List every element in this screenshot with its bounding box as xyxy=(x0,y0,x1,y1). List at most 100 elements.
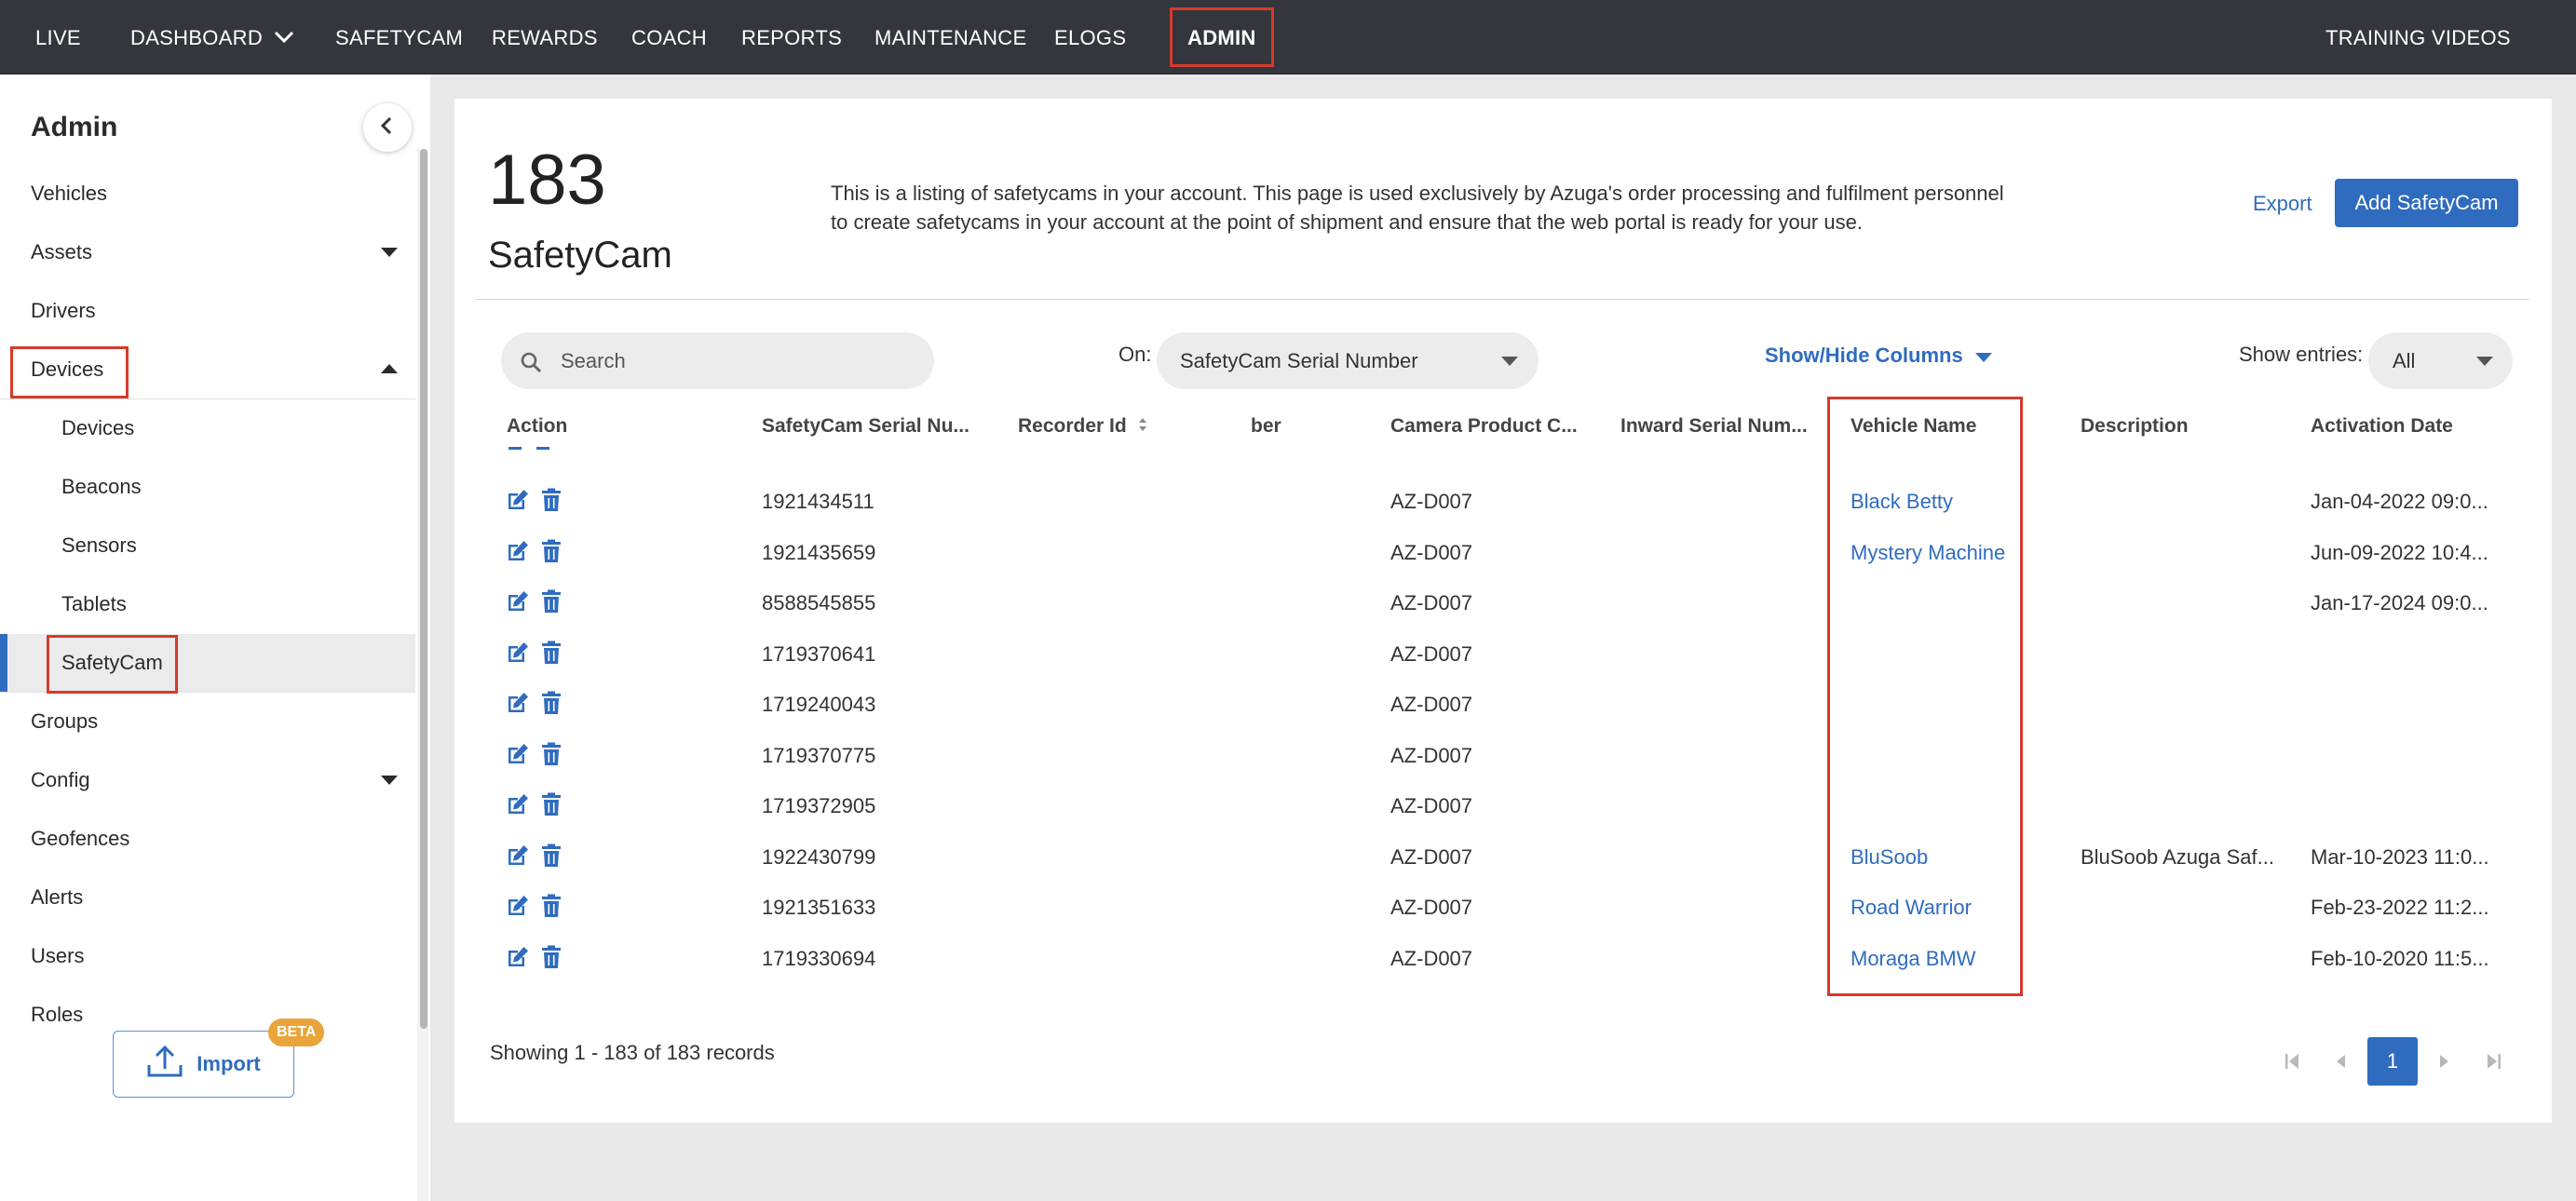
sidebar-item-label: SafetyCam xyxy=(61,651,163,674)
edit-icon[interactable] xyxy=(506,539,530,568)
cell-activation-date: Feb-23-2022 11:2... xyxy=(2311,896,2489,919)
sidebar-item-users[interactable]: Users xyxy=(0,927,415,985)
column-header-recorder-id[interactable]: Recorder Id xyxy=(1018,415,1147,438)
trash-icon[interactable] xyxy=(541,843,562,872)
cell-vehicle-name[interactable]: Road Warrior xyxy=(1851,896,1972,920)
cell-camera-product: AZ-D007 xyxy=(1390,896,1473,919)
export-link[interactable]: Export xyxy=(2253,192,2312,216)
sidebar-item-label: Tablets xyxy=(61,592,127,615)
column-header-vehicle-name[interactable]: Vehicle Name xyxy=(1851,415,1976,438)
nav-live[interactable]: LIVE xyxy=(35,0,81,74)
cell-serial: 1921435659 xyxy=(762,541,876,564)
nav-admin[interactable]: ADMIN xyxy=(1187,0,1256,74)
search-input[interactable] xyxy=(561,332,915,389)
caret-down-icon xyxy=(381,248,398,257)
nav-rewards[interactable]: REWARDS xyxy=(492,0,598,74)
sort-icon xyxy=(1138,415,1147,438)
sidebar-item-drivers[interactable]: Drivers xyxy=(0,282,415,340)
last-page-icon[interactable] xyxy=(2487,1052,2501,1075)
page-description: This is a listing of safetycams in your … xyxy=(831,182,2004,234)
add-safetycam-button[interactable]: Add SafetyCam xyxy=(2335,179,2518,227)
page-title: SafetyCam xyxy=(488,235,672,276)
first-page-icon[interactable] xyxy=(2285,1052,2299,1075)
edit-icon[interactable] xyxy=(506,589,530,618)
sidebar-item-label: Vehicles xyxy=(31,182,107,205)
cell-vehicle-name[interactable]: Black Betty xyxy=(1851,490,1953,514)
trash-icon[interactable] xyxy=(541,488,562,517)
nav-training-videos[interactable]: TRAINING VIDEOS xyxy=(2325,0,2511,74)
sidebar-item-geofences[interactable]: Geofences xyxy=(0,810,415,868)
sidebar-item-assets[interactable]: Assets xyxy=(0,223,415,281)
edit-icon[interactable] xyxy=(506,792,530,821)
nav-safetycam[interactable]: SAFETYCAM xyxy=(335,0,463,74)
previous-page-icon[interactable] xyxy=(2335,1052,2346,1075)
sidebar-item-label: Users xyxy=(31,944,85,967)
sidebar-item-vehicles[interactable]: Vehicles xyxy=(0,165,415,223)
sidebar-subitem-devices[interactable]: Devices xyxy=(0,399,415,457)
cell-camera-product: AZ-D007 xyxy=(1390,490,1473,513)
trash-icon[interactable] xyxy=(541,589,562,618)
sidebar-item-groups[interactable]: Groups xyxy=(0,693,415,750)
sidebar-subitem-safetycam[interactable]: SafetyCam xyxy=(0,634,415,692)
search-box[interactable] xyxy=(501,332,934,389)
trash-icon[interactable] xyxy=(541,539,562,568)
show-entries-select[interactable]: All xyxy=(2368,332,2513,389)
edit-icon[interactable] xyxy=(506,945,530,974)
cell-serial: 1719370775 xyxy=(762,744,876,767)
cell-camera-product: AZ-D007 xyxy=(1390,744,1473,767)
search-field-select[interactable]: SafetyCam Serial Number xyxy=(1157,332,1539,389)
chevron-left-icon xyxy=(379,116,396,140)
scrolled-row-remnant xyxy=(508,447,555,451)
cell-activation-date: Jun-09-2022 10:4... xyxy=(2311,541,2488,564)
nav-coach[interactable]: COACH xyxy=(631,0,707,74)
edit-icon[interactable] xyxy=(506,691,530,720)
sidebar-subitem-beacons[interactable]: Beacons xyxy=(0,458,415,516)
trash-icon[interactable] xyxy=(541,742,562,771)
record-count: 183 xyxy=(488,141,606,220)
column-header-number[interactable]: ber xyxy=(1251,415,1281,438)
column-header-recorder-id-label: Recorder Id xyxy=(1018,415,1127,437)
sidebar-item-label: Assets xyxy=(31,240,93,263)
nav-dashboard[interactable]: DASHBOARD xyxy=(130,0,294,74)
edit-icon[interactable] xyxy=(506,641,530,669)
top-navigation-bar: LIVE DASHBOARD SAFETYCAM REWARDS COACH R… xyxy=(0,0,2576,74)
records-summary: Showing 1 - 183 of 183 records xyxy=(490,1041,775,1064)
column-header-description[interactable]: Description xyxy=(2081,415,2189,438)
sidebar-item-label: Devices xyxy=(61,416,135,439)
cell-serial: 1922430799 xyxy=(762,845,876,869)
sidebar-subitem-sensors[interactable]: Sensors xyxy=(0,517,415,574)
sidebar-item-alerts[interactable]: Alerts xyxy=(0,869,415,926)
cell-vehicle-name[interactable]: Moraga BMW xyxy=(1851,947,1975,971)
import-button[interactable]: Import xyxy=(113,1031,294,1098)
column-header-inward-serial[interactable]: Inward Serial Num... xyxy=(1620,415,1808,438)
edit-icon[interactable] xyxy=(506,843,530,872)
trash-icon[interactable] xyxy=(541,945,562,974)
cell-vehicle-name[interactable]: BluSoob xyxy=(1851,845,1928,870)
column-header-activation-date[interactable]: Activation Date xyxy=(2311,415,2453,438)
column-header-serial[interactable]: SafetyCam Serial Nu... xyxy=(762,415,969,438)
sidebar-item-label: Geofences xyxy=(31,827,130,850)
page-number-current[interactable]: 1 xyxy=(2367,1037,2418,1086)
cell-vehicle-name[interactable]: Mystery Machine xyxy=(1851,541,2005,565)
sidebar-collapse-button[interactable] xyxy=(363,103,412,152)
trash-icon[interactable] xyxy=(541,691,562,720)
show-hide-columns-button[interactable]: Show/Hide Columns xyxy=(1765,344,1992,368)
sidebar-scrollbar-thumb[interactable] xyxy=(420,149,427,1029)
edit-icon[interactable] xyxy=(506,894,530,923)
edit-icon[interactable] xyxy=(506,742,530,771)
cell-description: BluSoob Azuga Saf... xyxy=(2081,845,2274,869)
sidebar-item-config[interactable]: Config xyxy=(0,751,415,809)
column-header-camera-product[interactable]: Camera Product C... xyxy=(1390,415,1578,438)
nav-maintenance[interactable]: MAINTENANCE xyxy=(874,0,1026,74)
sidebar-item-devices[interactable]: Devices xyxy=(0,341,415,398)
sidebar-item-label: Config xyxy=(31,768,90,791)
trash-icon[interactable] xyxy=(541,792,562,821)
edit-icon[interactable] xyxy=(506,488,530,517)
next-page-icon[interactable] xyxy=(2439,1052,2450,1075)
sidebar-subitem-tablets[interactable]: Tablets xyxy=(0,575,415,633)
trash-icon[interactable] xyxy=(541,641,562,669)
trash-icon[interactable] xyxy=(541,894,562,923)
nav-elogs[interactable]: ELOGS xyxy=(1054,0,1126,74)
nav-reports[interactable]: REPORTS xyxy=(741,0,842,74)
sidebar-item-label: Groups xyxy=(31,709,99,733)
